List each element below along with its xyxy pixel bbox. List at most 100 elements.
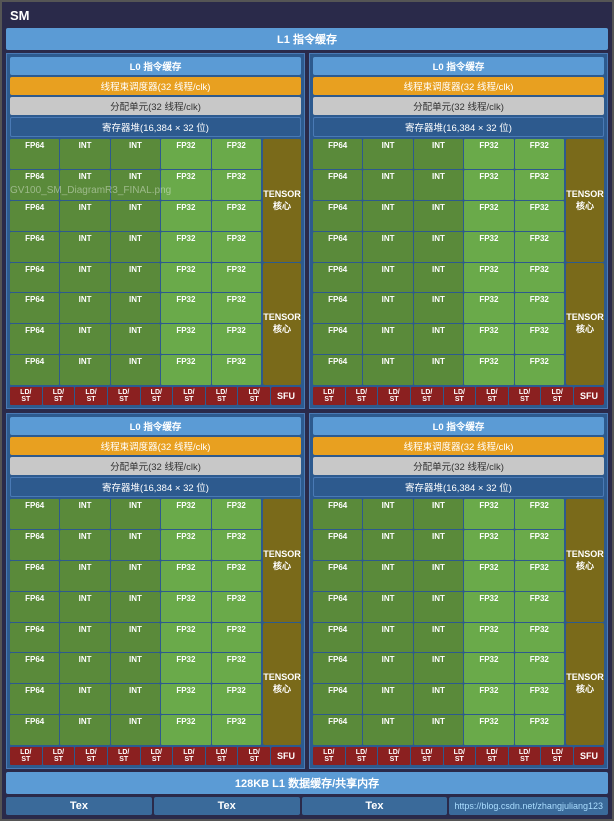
sm-title: SM [6,6,34,25]
dispatch-br: 分配单元(32 线程/clk) [313,457,604,475]
fp64-cell: FP64 [313,499,362,529]
tensor-core-1: TENSOR核心 [263,139,301,262]
fp64-cell: FP64 [313,293,362,323]
int-cell: INT [414,263,463,293]
int-cell: INT [414,201,463,231]
int-cell: INT [111,592,160,622]
fp32-cell: FP32 [515,561,564,591]
int-cell: INT [60,201,109,231]
warp-scheduler-tl: 线程束调度器(32 线程/clk) [10,77,301,95]
register-tr: 寄存器堆(16,384 × 32 位) [313,117,604,137]
fp64-cell: FP64 [10,139,59,169]
fp-int-grid-tr: FP64 INT INT FP32 FP32 FP64 INT INT FP32… [313,139,564,385]
int-cell: INT [111,623,160,653]
int-cell: INT [414,499,463,529]
int-cell: INT [111,263,160,293]
tensor-group-br: TENSOR核心 TENSOR核心 [566,499,604,745]
ldst-cell: LD/ST [10,747,42,765]
fp64-cell: FP64 [313,561,362,591]
int-cell: INT [363,592,412,622]
int-cell: INT [363,139,412,169]
int-cell: INT [414,293,463,323]
fp32-cell: FP32 [212,715,261,745]
bottom-row-tr: LD/ST LD/ST LD/ST LD/ST LD/ST LD/ST LD/S… [313,387,604,405]
fp32-cell: FP32 [161,232,210,262]
ldst-cell: LD/ST [10,387,42,405]
fp32-cell: FP32 [212,623,261,653]
l0-cache-br: L0 指令缓存 [313,417,604,435]
fp-int-grid-bl: FP64 INT INT FP32 FP32 FP64 INT INT FP32… [10,499,261,745]
bottom-row-tl: LD/ST LD/ST LD/ST LD/ST LD/ST LD/ST LD/S… [10,387,301,405]
ldst-grid-tr: LD/ST LD/ST LD/ST LD/ST LD/ST LD/ST LD/S… [313,387,573,405]
fp32-cell: FP32 [515,355,564,385]
quadrant-bottom-right: L0 指令缓存 线程束调度器(32 线程/clk) 分配单元(32 线程/clk… [309,413,608,769]
dispatch-tl: 分配单元(32 线程/clk) [10,97,301,115]
fp32-cell: FP32 [515,324,564,354]
int-cell: INT [60,715,109,745]
ldst-cell: LD/ST [509,747,541,765]
fp32-cell: FP32 [464,561,513,591]
fp32-cell: FP32 [515,170,564,200]
ldst-cell: LD/ST [346,747,378,765]
fp32-cell: FP32 [464,170,513,200]
ldst-grid-br: LD/ST LD/ST LD/ST LD/ST LD/ST LD/ST LD/S… [313,747,573,765]
int-cell: INT [363,653,412,683]
int-cell: INT [363,684,412,714]
tensor-group-tl: TENSOR核心 TENSOR核心 [263,139,301,385]
int-cell: INT [60,232,109,262]
int-cell: INT [414,232,463,262]
ldst-cell: LD/ST [541,747,573,765]
ldst-cell: LD/ST [206,747,238,765]
int-cell: INT [363,715,412,745]
fp32-cell: FP32 [464,715,513,745]
fp32-cell: FP32 [212,293,261,323]
int-cell: INT [60,561,109,591]
fp-int-grid-tl: FP64 INT INT FP32 FP32 FP64 INT INT FP32… [10,139,261,385]
compute-area-bl: FP64 INT INT FP32 FP32 FP64 INT INT FP32… [10,499,301,745]
ldst-cell: LD/ST [238,387,270,405]
fp32-cell: FP32 [464,293,513,323]
bottom-row-br: LD/ST LD/ST LD/ST LD/ST LD/ST LD/ST LD/S… [313,747,604,765]
tensor-group-bl: TENSOR核心 TENSOR核心 [263,499,301,745]
fp64-cell: FP64 [10,715,59,745]
sfu-bl: SFU [271,747,301,765]
fp32-cell: FP32 [464,263,513,293]
fp64-cell: FP64 [10,355,59,385]
int-cell: INT [111,499,160,529]
fp64-cell: FP64 [10,499,59,529]
fp64-cell: FP64 [10,170,59,200]
ldst-cell: LD/ST [411,747,443,765]
fp64-cell: FP64 [313,355,362,385]
fp64-cell: FP64 [10,201,59,231]
dispatch-tr: 分配单元(32 线程/clk) [313,97,604,115]
fp32-cell: FP32 [515,201,564,231]
warp-scheduler-br: 线程束调度器(32 线程/clk) [313,437,604,455]
int-cell: INT [111,324,160,354]
int-cell: INT [111,170,160,200]
register-br: 寄存器堆(16,384 × 32 位) [313,477,604,497]
fp32-cell: FP32 [212,561,261,591]
int-cell: INT [363,623,412,653]
ldst-cell: LD/ST [75,747,107,765]
int-cell: INT [363,201,412,231]
fp64-cell: FP64 [10,530,59,560]
compute-area-tr: FP64 INT INT FP32 FP32 FP64 INT INT FP32… [313,139,604,385]
l1-data-cache: 128KB L1 数据缓存/共享内存 [6,772,608,794]
fp64-cell: FP64 [313,715,362,745]
ldst-cell: LD/ST [43,747,75,765]
fp64-cell: FP64 [10,293,59,323]
fp32-cell: FP32 [161,263,210,293]
fp32-cell: FP32 [212,592,261,622]
fp32-cell: FP32 [212,653,261,683]
int-cell: INT [363,324,412,354]
fp32-cell: FP32 [161,324,210,354]
bottom-row-bl: LD/ST LD/ST LD/ST LD/ST LD/ST LD/ST LD/S… [10,747,301,765]
fp32-cell: FP32 [464,592,513,622]
sm-container: SM L1 指令缓存 L0 指令缓存 线程束调度器(32 线程/clk) 分配单… [0,0,614,821]
int-cell: INT [60,499,109,529]
int-cell: INT [414,684,463,714]
tensor-core-4: TENSOR核心 [566,263,604,386]
int-cell: INT [111,232,160,262]
fp32-cell: FP32 [212,232,261,262]
fp32-cell: FP32 [212,139,261,169]
